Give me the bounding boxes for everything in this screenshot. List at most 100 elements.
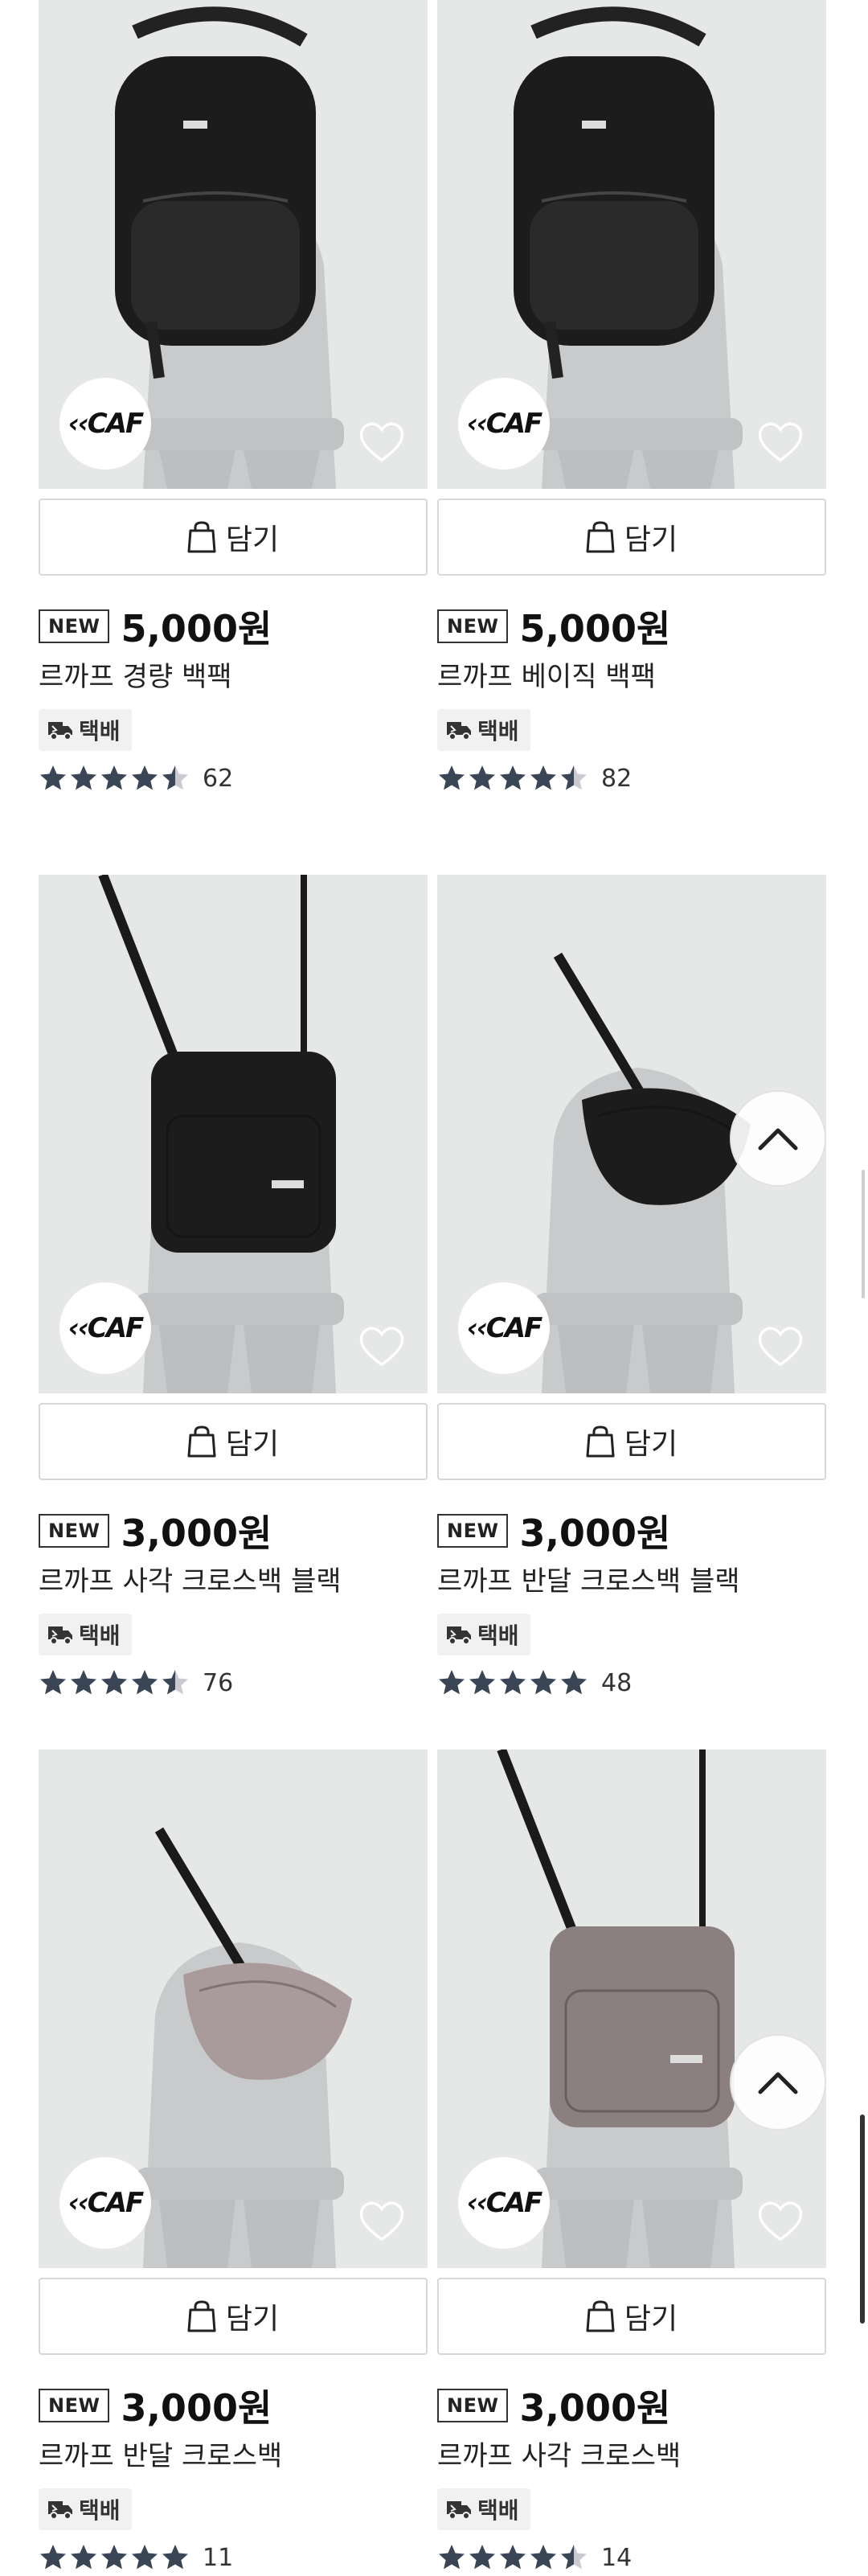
- shopping-bag-icon: [586, 521, 615, 553]
- add-to-cart-label: 담기: [225, 2303, 280, 2336]
- shipping-label: 택배: [79, 2497, 121, 2524]
- add-to-cart-button[interactable]: 담기: [39, 498, 428, 576]
- delivery-truck-icon: [447, 2501, 471, 2520]
- add-to-cart-button[interactable]: 담기: [39, 2278, 428, 2355]
- brand-logo: ‹‹CAF: [458, 2157, 550, 2249]
- product-price: 3,000원: [121, 1512, 272, 1555]
- delivery-truck-icon: [447, 1626, 471, 1645]
- product-image[interactable]: ‹‹CAF: [437, 0, 826, 489]
- star-icon: [561, 765, 587, 790]
- heart-outline-icon[interactable]: [357, 1323, 407, 1372]
- star-icon: [40, 1670, 66, 1695]
- delivery-truck-icon: [48, 722, 72, 740]
- star-icon: [469, 765, 495, 790]
- product-name[interactable]: 르까프 사각 크로스백 블랙: [39, 1559, 342, 1598]
- shipping-tag: 택배: [437, 709, 530, 751]
- brand-logo: ‹‹CAF: [59, 1282, 151, 1374]
- rating: 14: [437, 2543, 632, 2572]
- add-to-cart-label: 담기: [225, 1428, 280, 1461]
- add-to-cart-button[interactable]: 담기: [437, 1403, 826, 1480]
- star-icon: [101, 2545, 127, 2570]
- review-count: 14: [601, 2543, 633, 2572]
- heart-outline-icon[interactable]: [755, 1323, 805, 1372]
- star-icon: [101, 765, 127, 790]
- product-image[interactable]: ‹‹CAF: [39, 875, 428, 1393]
- new-badge: NEW: [39, 1514, 110, 1548]
- heart-outline-icon[interactable]: [357, 418, 407, 468]
- new-badge: NEW: [437, 1514, 509, 1548]
- shipping-tag: 택배: [437, 2488, 530, 2530]
- scrollbar-thumb[interactable]: [860, 2115, 865, 2324]
- product-price: 3,000원: [519, 2386, 671, 2430]
- product-price: 3,000원: [519, 1512, 671, 1555]
- brand-logo: ‹‹CAF: [458, 378, 550, 470]
- product-image[interactable]: ‹‹CAF: [39, 1749, 428, 2268]
- new-badge: NEW: [39, 2389, 110, 2422]
- shipping-tag: 택배: [39, 709, 132, 751]
- chevron-up-icon: [758, 1128, 798, 1151]
- rating: 48: [437, 1668, 632, 1697]
- heart-outline-icon[interactable]: [755, 418, 805, 468]
- heart-outline-icon[interactable]: [357, 2197, 407, 2247]
- new-badge: NEW: [437, 609, 509, 643]
- star-icon: [162, 2545, 188, 2570]
- product-name[interactable]: 르까프 반달 크로스백 블랙: [437, 1559, 740, 1598]
- chevron-up-icon: [758, 2072, 798, 2094]
- price-row: NEW 3,000원: [39, 2379, 272, 2432]
- scrollbar-track-segment: [862, 1170, 865, 1298]
- shopping-bag-icon: [586, 1425, 615, 1458]
- review-count: 82: [601, 764, 633, 793]
- add-to-cart-label: 담기: [624, 523, 678, 556]
- delivery-truck-icon: [48, 2501, 72, 2520]
- review-count: 11: [203, 2543, 234, 2572]
- shopping-bag-icon: [187, 521, 216, 553]
- price-row: NEW 5,000원: [39, 600, 272, 653]
- star-icon: [561, 1670, 587, 1695]
- product-name[interactable]: 르까프 경량 백팩: [39, 654, 232, 694]
- shipping-label: 택배: [79, 718, 121, 744]
- star-icon: [132, 1670, 158, 1695]
- shipping-tag: 택배: [437, 1614, 530, 1655]
- star-icon: [71, 765, 96, 790]
- product-image[interactable]: ‹‹CAF: [437, 1749, 826, 2268]
- shipping-tag: 택배: [39, 2488, 132, 2530]
- price-row: NEW 3,000원: [39, 1504, 272, 1557]
- add-to-cart-button[interactable]: 담기: [39, 1403, 428, 1480]
- price-row: NEW 3,000원: [437, 1504, 670, 1557]
- shopping-bag-icon: [187, 2300, 216, 2332]
- product-name[interactable]: 르까프 베이직 백팩: [437, 654, 656, 694]
- star-icon: [500, 2545, 526, 2570]
- review-count: 62: [203, 764, 234, 793]
- shipping-label: 택배: [477, 718, 519, 744]
- heart-outline-icon[interactable]: [755, 2197, 805, 2247]
- rating: 11: [39, 2543, 233, 2572]
- star-icon: [162, 765, 188, 790]
- product-name[interactable]: 르까프 반달 크로스백: [39, 2434, 282, 2473]
- star-icon: [530, 765, 556, 790]
- review-count: 48: [601, 1668, 633, 1697]
- star-icon: [439, 765, 465, 790]
- star-icon: [500, 1670, 526, 1695]
- price-row: NEW 5,000원: [437, 600, 670, 653]
- scroll-to-top-button[interactable]: [730, 2034, 826, 2131]
- brand-logo: ‹‹CAF: [458, 1282, 550, 1374]
- product-name[interactable]: 르까프 사각 크로스백: [437, 2434, 681, 2473]
- shipping-label: 택배: [79, 1622, 121, 1649]
- star-icon: [101, 1670, 127, 1695]
- star-icon: [469, 2545, 495, 2570]
- star-icon: [469, 1670, 495, 1695]
- star-icon: [40, 765, 66, 790]
- add-to-cart-button[interactable]: 담기: [437, 498, 826, 576]
- rating: 62: [39, 764, 233, 793]
- add-to-cart-label: 담기: [624, 1428, 678, 1461]
- add-to-cart-button[interactable]: 담기: [437, 2278, 826, 2355]
- product-image[interactable]: ‹‹CAF: [39, 0, 428, 489]
- star-icon: [162, 1670, 188, 1695]
- star-icon: [530, 2545, 556, 2570]
- product-price: 3,000원: [121, 2386, 272, 2430]
- star-icon: [561, 2545, 587, 2570]
- star-icon: [439, 1670, 465, 1695]
- rating: 82: [437, 764, 632, 793]
- star-icon: [71, 2545, 96, 2570]
- scroll-to-top-button[interactable]: [730, 1090, 826, 1187]
